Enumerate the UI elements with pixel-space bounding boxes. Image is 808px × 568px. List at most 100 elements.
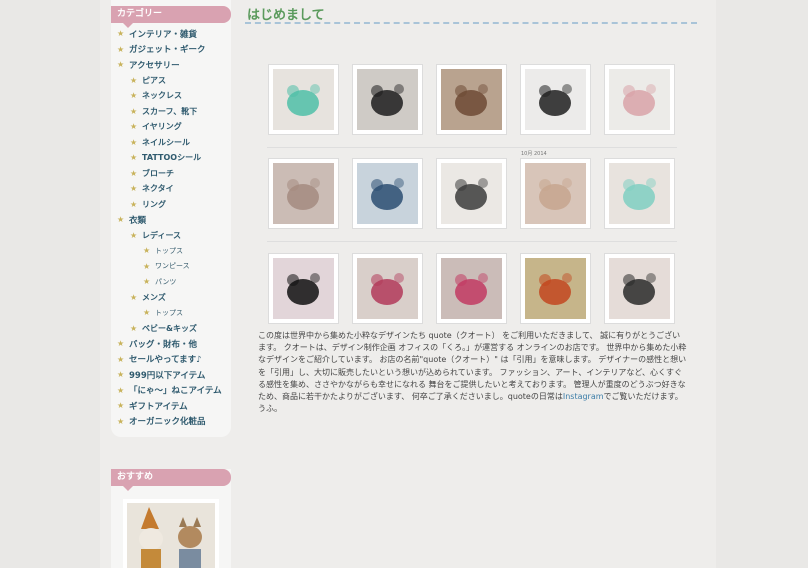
sidebar: カテゴリー ★ インテリア・雑貨 ★ ガジェット・ギーク ★ アクセサリー ★ ピアス ★ ネック… [111, 0, 231, 437]
instagram-link[interactable]: Instagram [563, 392, 604, 401]
post-date: 10月 2014 [521, 151, 547, 157]
category-item[interactable]: ★ オーガニック化粧品 [117, 414, 225, 430]
category-item[interactable]: ★ レディース [117, 228, 225, 244]
star-icon: ★ [130, 106, 138, 116]
category-list: ★ インテリア・雑貨 ★ ガジェット・ギーク ★ アクセサリー ★ ピアス ★ ネックレス ★ スカー… [117, 26, 225, 429]
category-label: 「にゃ〜」ねこアイテム [129, 386, 222, 397]
category-item[interactable]: ★ ブローチ [117, 166, 225, 182]
thumb-cats-portrait[interactable] [436, 64, 507, 135]
category-label: トップス [155, 308, 183, 317]
category-item[interactable]: ★ イヤリング [117, 119, 225, 135]
recommend-heading: おすすめ [111, 469, 231, 491]
thumb-cat-held[interactable] [604, 253, 675, 324]
category-item[interactable]: ★ 999円以下アイテム [117, 367, 225, 383]
category-label: ギフトアイテム [129, 401, 188, 412]
star-icon: ★ [130, 122, 138, 132]
star-icon: ★ [130, 91, 138, 101]
category-item[interactable]: ★ リング [117, 197, 225, 213]
thumbnail-image [441, 258, 502, 319]
row-divider [267, 241, 677, 242]
category-item[interactable]: ★ スカーフ、靴下 [117, 104, 225, 120]
thumbnail-image [357, 69, 418, 130]
category-label: スカーフ、靴下 [142, 106, 198, 116]
category-label: セールやってます♪ [129, 355, 202, 366]
category-label: オーガニック化粧品 [129, 417, 206, 428]
category-label: 衣類 [129, 215, 147, 226]
star-icon: ★ [143, 277, 151, 287]
recommend-box: おすすめ [111, 469, 231, 568]
category-label: ワンピース [155, 262, 190, 271]
category-item[interactable]: ★ 「にゃ〜」ねこアイテム [117, 383, 225, 399]
thumbnail-image [273, 163, 334, 224]
category-label: パンツ [155, 277, 177, 286]
category-label: レディース [142, 230, 182, 240]
thumb-woman-hug-cat[interactable] [436, 253, 507, 324]
thumb-cat-brooch[interactable] [268, 253, 339, 324]
category-item[interactable]: ★ ベビー&キッズ [117, 321, 225, 337]
category-label: ブローチ [142, 168, 174, 178]
category-item[interactable]: ★ ネックレス [117, 88, 225, 104]
category-item[interactable]: ★ アクセサリー [117, 57, 225, 73]
category-label: トップス [155, 246, 183, 255]
thumb-woman-face[interactable] [268, 158, 339, 229]
category-item[interactable]: ★ トップス [117, 305, 225, 321]
shop-description: この度は世界中から集めた小粋なデザインたち quote（クオート） をご利用いた… [258, 330, 688, 415]
page-title: はじめまして [247, 8, 325, 23]
thumbnail-image [609, 163, 670, 224]
category-label: TATTOOシール [142, 153, 202, 163]
thumb-pastel-bows[interactable] [604, 158, 675, 229]
category-box: カテゴリー ★ インテリア・雑貨 ★ ガジェット・ギーク ★ アクセサリー ★ ピアス ★ ネック… [111, 0, 231, 437]
star-icon: ★ [117, 60, 125, 70]
star-icon: ★ [117, 401, 125, 411]
thumb-black-cat[interactable] [352, 64, 423, 135]
category-label: リング [142, 199, 166, 209]
thumbnail-image [525, 69, 586, 130]
thumb-diamond-earrings[interactable] [436, 158, 507, 229]
star-icon: ★ [117, 354, 125, 364]
category-label: 999円以下アイテム [129, 370, 206, 381]
category-item[interactable]: ★ トップス [117, 243, 225, 259]
star-icon: ★ [130, 153, 138, 163]
thumbnail-image [357, 163, 418, 224]
thumb-bow-earrings[interactable] [604, 64, 675, 135]
recommend-image[interactable] [123, 499, 219, 568]
category-item[interactable]: ★ インテリア・雑貨 [117, 26, 225, 42]
star-icon: ★ [130, 199, 138, 209]
category-item[interactable]: ★ 衣類 [117, 212, 225, 228]
category-item[interactable]: ★ ガジェット・ギーク [117, 42, 225, 58]
category-label: ガジェット・ギーク [129, 45, 206, 56]
star-icon: ★ [130, 75, 138, 85]
thumb-cat-earrings[interactable] [520, 64, 591, 135]
thumb-colorful-yarn[interactable] [268, 64, 339, 135]
description-text: この度は世界中から集めた小粋なデザインたち quote（クオート） をご利用いた… [258, 331, 687, 402]
thumb-cat-illustration[interactable] [520, 253, 591, 324]
category-item[interactable]: ★ セールやってます♪ [117, 352, 225, 368]
star-icon: ★ [130, 137, 138, 147]
category-label: メンズ [142, 292, 166, 302]
thumbnail-image [357, 258, 418, 319]
category-item[interactable]: ★ TATTOOシール [117, 150, 225, 166]
thumbnail-image [441, 163, 502, 224]
thumb-ear-model[interactable] [520, 158, 591, 229]
star-icon: ★ [117, 215, 125, 225]
row-divider [267, 147, 677, 148]
category-item[interactable]: ★ ギフトアイテム [117, 398, 225, 414]
cats-costume-image [127, 503, 215, 568]
category-item[interactable]: ★ ワンピース [117, 259, 225, 275]
category-item[interactable]: ★ ネイルシール [117, 135, 225, 151]
category-item[interactable]: ★ パンツ [117, 274, 225, 290]
star-icon: ★ [130, 230, 138, 240]
thumbnail-image [441, 69, 502, 130]
category-item[interactable]: ★ メンズ [117, 290, 225, 306]
category-item[interactable]: ★ ピアス [117, 73, 225, 89]
category-item[interactable]: ★ ネクタイ [117, 181, 225, 197]
thumb-woman-black-cat[interactable] [352, 253, 423, 324]
star-icon: ★ [117, 44, 125, 54]
thumbnail-image [273, 258, 334, 319]
thumbnail-image [609, 69, 670, 130]
thumb-mirror-print[interactable] [352, 158, 423, 229]
category-label: ネイルシール [142, 137, 190, 147]
category-label: インテリア・雑貨 [129, 29, 198, 40]
category-item[interactable]: ★ バッグ・財布・他 [117, 336, 225, 352]
star-icon: ★ [143, 246, 151, 256]
